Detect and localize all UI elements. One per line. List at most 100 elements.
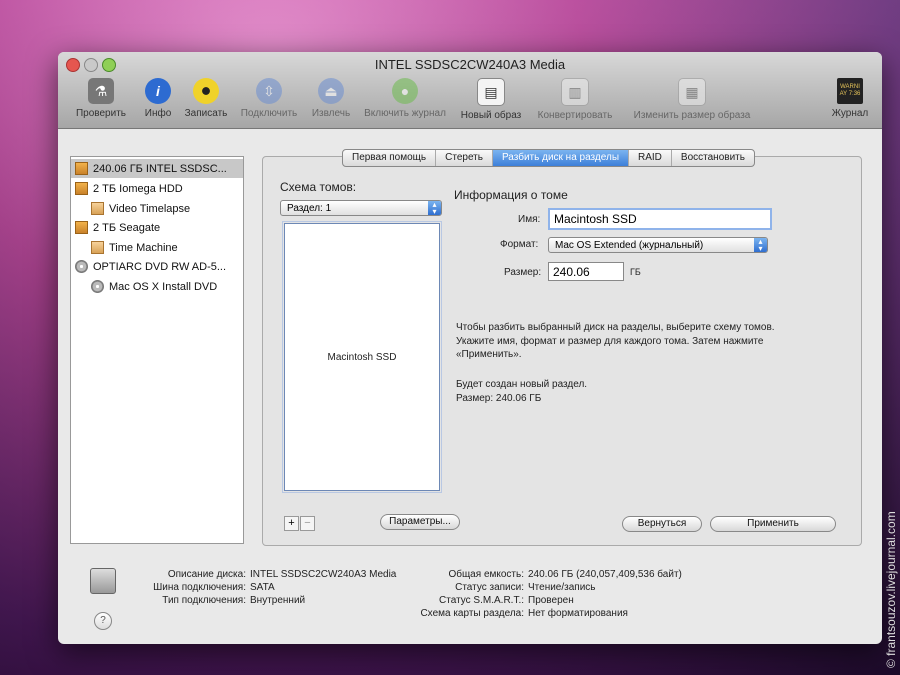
resize-image-icon: ▦ [678, 78, 706, 106]
tool-label: Инфо [144, 108, 172, 119]
sidebar-item-label: 2 ТБ Seagate [93, 221, 161, 234]
disk-icon [75, 182, 88, 195]
tab-first-aid[interactable]: Первая помощь [343, 150, 437, 166]
disk-description-label: Описание диска: [167, 569, 246, 580]
disk-description-value: INTEL SSDSC2CW240A3 Media [250, 569, 397, 580]
volume-icon [91, 202, 104, 215]
new-image-icon: ▤ [477, 78, 505, 106]
journal-on-icon: ● [392, 78, 418, 104]
smart-status-label: Статус S.M.A.R.T.: [439, 595, 524, 606]
disk-icon [75, 221, 88, 234]
format-label: Формат: [500, 239, 539, 250]
volume-name-field[interactable]: Macintosh SSD [548, 208, 772, 230]
help-text-line1: Чтобы разбить выбранный диск на разделы,… [456, 322, 775, 333]
tool-label: Изменить размер образа [633, 110, 751, 121]
write-status-label: Статус записи: [455, 582, 524, 593]
sidebar-item-intel-ssd[interactable]: 240.06 ГБ INTEL SSDSC... [71, 159, 243, 178]
apply-button[interactable]: Применить [710, 516, 836, 532]
tab-bar: Первая помощь Стереть Разбить диск на ра… [342, 149, 755, 167]
sidebar-item-label: Time Machine [109, 241, 178, 254]
disk-icon [75, 162, 88, 175]
titlebar: INTEL SSDSC2CW240A3 Media ⚗ Проверить i … [58, 52, 882, 129]
info-icon: i [145, 78, 171, 104]
disk-list-sidebar: 240.06 ГБ INTEL SSDSC... 2 ТБ Iomega HDD… [70, 156, 244, 544]
convert-tool[interactable]: ▥ Конвертировать [532, 78, 618, 124]
enable-journal-tool[interactable]: ● Включить журнал [360, 78, 450, 124]
watermark-text: © frantsouzov.livejournal.com [884, 511, 898, 668]
window-title: INTEL SSDSC2CW240A3 Media [374, 57, 566, 72]
microscope-icon: ⚗ [88, 78, 114, 104]
connection-bus-label: Шина подключения: [153, 582, 246, 593]
resize-image-tool[interactable]: ▦ Изменить размер образа [626, 78, 758, 124]
tool-label: Извлечь [311, 108, 351, 119]
format-popup[interactable]: Mac OS Extended (журнальный) ▴ ▾ [548, 237, 768, 253]
help-button[interactable]: ? [94, 612, 112, 630]
sidebar-item-label: 240.06 ГБ INTEL SSDSC... [93, 162, 227, 175]
mount-icon: ⇳ [256, 78, 282, 104]
sidebar-item-label: Video Timelapse [109, 202, 191, 215]
write-status-value: Чтение/запись [528, 582, 596, 593]
result-text-line2: Размер: 240.06 ГБ [456, 393, 542, 404]
revert-button[interactable]: Вернуться [622, 516, 702, 532]
popup-arrows-icon: ▴ ▾ [428, 201, 441, 216]
sidebar-item-install-dvd[interactable]: Mac OS X Install DVD [71, 277, 217, 296]
sidebar-item-seagate[interactable]: 2 ТБ Seagate [71, 218, 160, 237]
help-text-line2: Укажите имя, формат и размер для каждого… [456, 336, 764, 347]
remove-volume-button[interactable]: − [300, 516, 315, 531]
tab-erase[interactable]: Стереть [436, 150, 493, 166]
sidebar-item-video-timelapse[interactable]: Video Timelapse [71, 199, 190, 218]
total-capacity-label: Общая емкость: [448, 569, 524, 580]
partition-map-label: Схема карты раздела: [420, 608, 524, 619]
tool-label: Подключить [240, 108, 298, 119]
eject-icon: ⏏ [318, 78, 344, 104]
tool-label: Записать [184, 108, 228, 119]
verify-tool[interactable]: ⚗ Проверить [72, 78, 130, 124]
volume-scheme-label: Схема томов: [280, 180, 357, 194]
partition-map-value: Нет форматирования [528, 608, 628, 619]
log-icon: WARNI AY 7:36 [837, 78, 863, 104]
sidebar-item-iomega[interactable]: 2 ТБ Iomega HDD [71, 179, 183, 198]
mount-tool[interactable]: ⇳ Подключить [236, 78, 302, 124]
sidebar-item-label: 2 ТБ Iomega HDD [93, 182, 183, 195]
sidebar-item-dvd-drive[interactable]: OPTIARC DVD RW AD-5... [71, 257, 226, 276]
sidebar-item-label: Mac OS X Install DVD [109, 280, 218, 293]
result-text-line1: Будет создан новый раздел. [456, 379, 588, 390]
size-label: Размер: [504, 267, 542, 278]
eject-tool[interactable]: ⏏ Извлечь [306, 78, 356, 124]
connection-bus-value: SATA [250, 582, 275, 593]
help-text-line3: «Применить». [456, 349, 522, 360]
connection-type-value: Внутренний [250, 595, 306, 606]
log-tool[interactable]: WARNI AY 7:36 Журнал [828, 78, 872, 124]
tab-raid[interactable]: RAID [629, 150, 672, 166]
add-volume-button[interactable]: + [284, 516, 299, 531]
sidebar-item-label: OPTIARC DVD RW AD-5... [93, 260, 227, 273]
disk-drive-icon [90, 568, 116, 594]
sidebar-item-time-machine[interactable]: Time Machine [71, 238, 178, 257]
tool-label: Включить журнал [364, 108, 446, 119]
disk-utility-window: INTEL SSDSC2CW240A3 Media ⚗ Проверить i … [58, 52, 882, 644]
volume-info-title: Информация о томе [454, 188, 568, 202]
burn-icon [193, 78, 219, 104]
tool-label: Новый образ [460, 110, 522, 121]
info-tool[interactable]: i Инфо [138, 78, 178, 124]
convert-icon: ▥ [561, 78, 589, 106]
size-unit: ГБ [630, 267, 641, 277]
volume-icon [91, 241, 104, 254]
tab-restore[interactable]: Восстановить [672, 150, 754, 166]
tool-label: Конвертировать [537, 110, 613, 121]
dvd-icon [91, 280, 104, 293]
burn-tool[interactable]: Записать [180, 78, 232, 124]
size-field[interactable]: 240.06 [548, 262, 624, 281]
volume-map-name: Macintosh SSD [327, 352, 397, 363]
popup-arrows-icon: ▴ ▾ [754, 238, 767, 253]
volume-map[interactable]: Macintosh SSD [282, 221, 442, 493]
format-value: Mac OS Extended (журнальный) [555, 239, 704, 251]
tool-label: Проверить [75, 108, 126, 119]
dvd-icon [75, 260, 88, 273]
new-image-tool[interactable]: ▤ Новый образ [458, 78, 524, 124]
smart-status-value: Проверен [528, 595, 574, 606]
options-button[interactable]: Параметры... [380, 514, 460, 530]
total-capacity-value: 240.06 ГБ (240,057,409,536 байт) [528, 569, 682, 580]
volume-scheme-popup[interactable]: Раздел: 1 ▴ ▾ [280, 200, 442, 216]
tab-partition[interactable]: Разбить диск на разделы [492, 150, 630, 166]
